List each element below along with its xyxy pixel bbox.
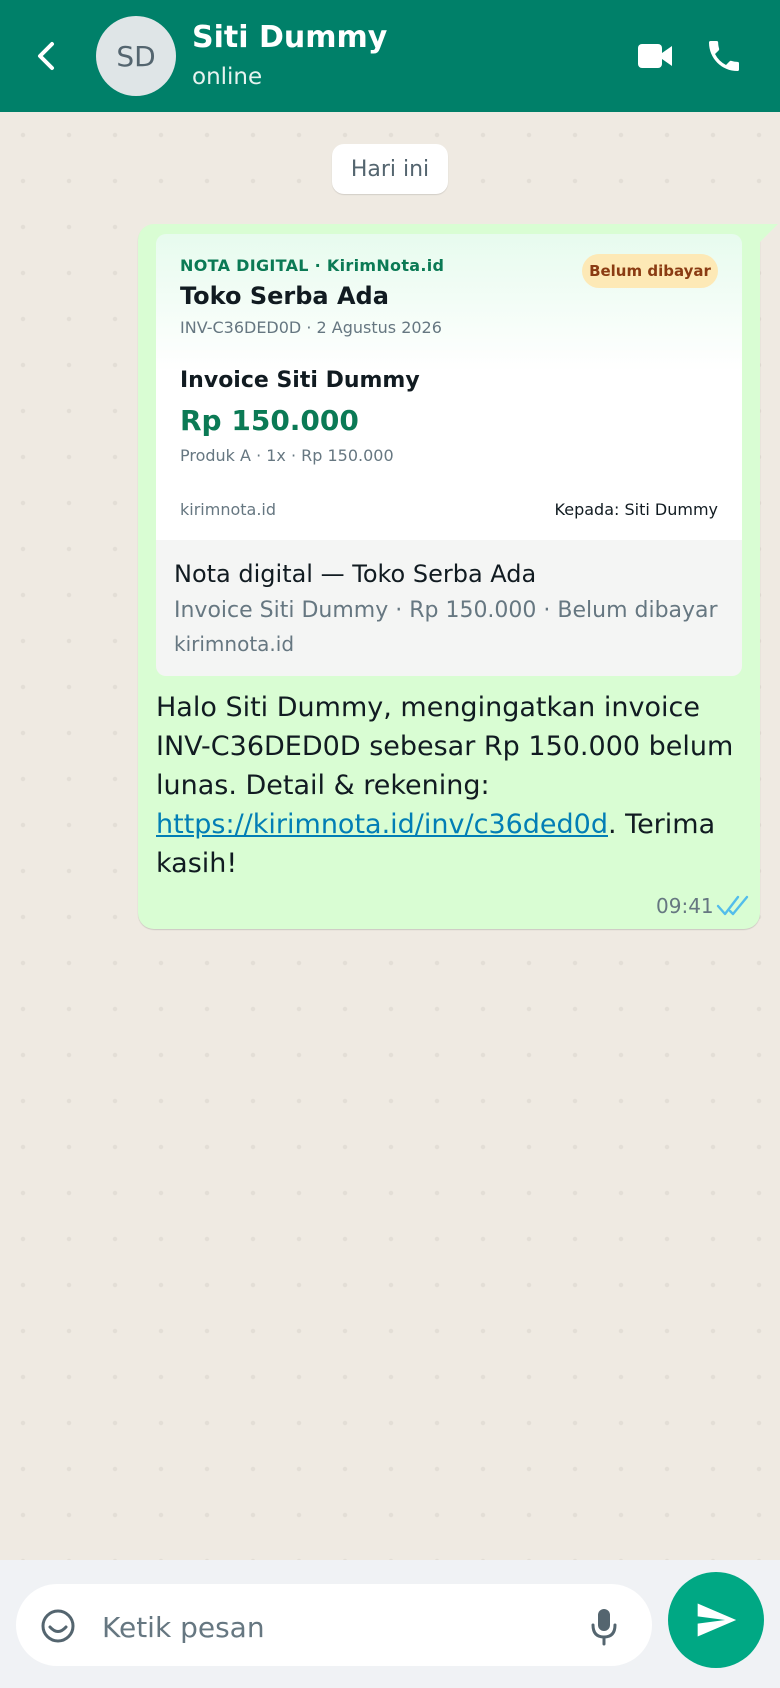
message-text: Halo Siti Dummy, mengingatkan invoice IN… [156, 688, 746, 883]
send-button[interactable] [668, 1572, 764, 1668]
card-invoice-meta: INV-C36DED0D · 2 Agustus 2026 [180, 318, 442, 337]
send-icon [697, 1603, 737, 1637]
card-domain: kirimnota.id [180, 500, 277, 519]
emoji-icon[interactable] [40, 1608, 76, 1644]
date-chip: Hari ini [332, 144, 448, 194]
invoice-card[interactable]: NOTA DIGITAL · KirimNota.id Toko Serba A… [156, 234, 742, 541]
video-camera-icon[interactable] [636, 38, 674, 74]
phone-icon[interactable] [704, 36, 744, 76]
contact-name[interactable]: Siti Dummy [192, 20, 387, 55]
link-preview[interactable]: Nota digital — Toko Serba Ada Invoice Si… [156, 540, 742, 676]
preview-domain: kirimnota.id [174, 632, 295, 656]
bubble-tail [758, 224, 778, 244]
card-amount: Rp 150.000 [180, 404, 359, 437]
message-link[interactable]: https://kirimnota.id/inv/c36ded0d [156, 809, 608, 840]
card-store-name: Toko Serba Ada [180, 282, 389, 310]
preview-title: Nota digital — Toko Serba Ada [174, 560, 537, 588]
message-time: 09:41 [656, 894, 714, 918]
message-text-before-link: Halo Siti Dummy, mengingatkan invoice IN… [156, 692, 734, 801]
message-input[interactable] [100, 1600, 564, 1654]
double-check-icon [716, 895, 749, 916]
preview-description: Invoice Siti Dummy · Rp 150.000 · Belum … [174, 598, 718, 623]
card-items: Produk A · 1x · Rp 150.000 [180, 446, 394, 465]
avatar[interactable]: SD [96, 16, 176, 96]
chevron-left-icon[interactable] [30, 36, 62, 76]
card-invoice-title: Invoice Siti Dummy [180, 368, 420, 393]
microphone-icon[interactable] [588, 1606, 620, 1646]
chat-header: SD Siti Dummy online [0, 0, 780, 112]
card-recipient: Kepada: Siti Dummy [554, 500, 718, 519]
contact-status: online [192, 64, 263, 90]
card-brand: NOTA DIGITAL · KirimNota.id [180, 256, 445, 275]
status-badge: Belum dibayar [582, 254, 718, 288]
